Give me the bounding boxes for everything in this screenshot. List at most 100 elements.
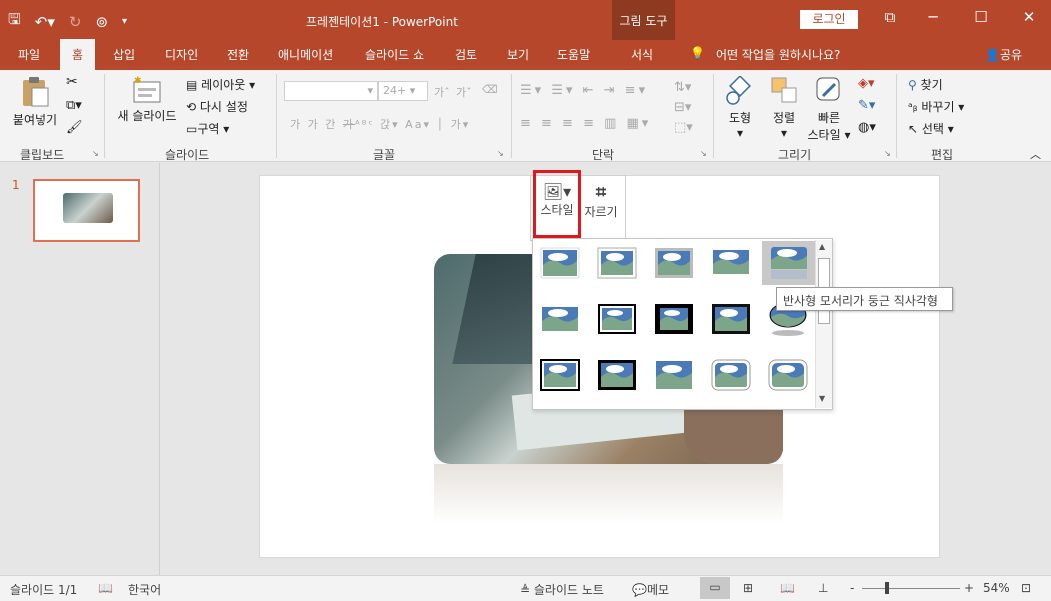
clear-format-icon[interactable]: ⌫ xyxy=(482,83,498,96)
list-buttons[interactable]: ☰▾ ☰▾ ⇤ ⇥ ≡▾ xyxy=(520,83,648,98)
style-swatch[interactable] xyxy=(595,301,639,337)
login-button[interactable]: 로그인 xyxy=(800,10,858,29)
shape-fill-icon[interactable]: ◈▾ xyxy=(858,76,875,91)
font-size-box[interactable]: 24+ ▾ xyxy=(378,81,428,101)
font-launcher-icon[interactable]: ↘ xyxy=(497,149,504,158)
format-painter-icon[interactable]: 🖌 xyxy=(66,120,83,135)
tab-home[interactable]: 홈 xyxy=(60,39,96,70)
tab-view[interactable]: 보기 xyxy=(507,46,529,63)
style-swatch[interactable] xyxy=(595,357,639,393)
comments-button[interactable]: 💬메모 xyxy=(632,581,669,598)
style-swatch[interactable] xyxy=(538,357,582,393)
save-icon[interactable]: 🖫 xyxy=(8,9,21,34)
language-label[interactable]: 한국어 xyxy=(128,581,161,598)
ribbon-display-options-icon[interactable]: ⧉ xyxy=(875,8,905,26)
spellcheck-icon[interactable]: 📖 xyxy=(98,581,113,595)
font-format-buttons[interactable]: 가 가 간 가ᴬᴮᶜ 갅▾ Aa▾ │ 가▾ xyxy=(290,116,470,132)
grow-font-icon[interactable]: 가ˆ xyxy=(434,84,450,100)
crop-label: 자르기 xyxy=(584,205,618,219)
style-swatch[interactable] xyxy=(652,245,696,281)
paste-button[interactable]: 붙여넣기 xyxy=(8,76,62,128)
new-slide-button[interactable]: ✱ 새 슬라이드 xyxy=(113,76,181,124)
zoom-slider-thumb[interactable] xyxy=(885,582,889,594)
tab-help[interactable]: 도움말 xyxy=(557,46,590,63)
style-swatch[interactable] xyxy=(709,245,753,281)
share-button[interactable]: 👤공유 xyxy=(985,46,1022,63)
status-bar: 슬라이드 1/1 📖 한국어 ≜ 슬라이드 노트 💬메모 ▭ ⊞ 📖 ⊥ - +… xyxy=(0,575,1051,601)
layout-label: 레이아웃 xyxy=(201,78,246,92)
tab-insert[interactable]: 삽입 xyxy=(113,46,135,63)
shape-effects-icon[interactable]: ◍▾ xyxy=(858,120,876,135)
zoom-in-button[interactable]: + xyxy=(964,581,974,595)
picture-style-gallery xyxy=(532,238,833,410)
style-swatch[interactable] xyxy=(652,301,696,337)
cut-icon[interactable]: ✂ xyxy=(66,74,78,90)
presenter-icon[interactable]: ⊚ xyxy=(95,13,108,31)
style-swatch-reflected-rounded[interactable] xyxy=(762,241,816,285)
replace-button[interactable]: ᵃᵦ 바꾸기 ▾ xyxy=(908,98,964,115)
copy-icon[interactable]: ⧉▾ xyxy=(66,98,82,113)
shape-outline-icon[interactable]: ✎▾ xyxy=(858,98,875,113)
close-icon[interactable]: ✕ xyxy=(1014,8,1044,26)
minimize-icon[interactable]: ─ xyxy=(918,8,948,26)
slide-thumbnail[interactable] xyxy=(33,179,140,242)
svg-text:✱: ✱ xyxy=(134,76,142,86)
undo-icon[interactable]: ↶▾ xyxy=(35,13,55,31)
style-swatch[interactable] xyxy=(652,357,696,393)
shapes-button[interactable]: 도형 ▾ xyxy=(720,76,760,140)
crop-button[interactable]: ⌗ 자르기 xyxy=(579,182,623,220)
style-swatch[interactable] xyxy=(709,357,753,393)
tab-format[interactable]: 서식 xyxy=(631,46,653,63)
font-name-box[interactable]: ▾ xyxy=(284,81,378,101)
reset-icon: ⟲ xyxy=(186,100,197,114)
tell-me-search[interactable]: 어떤 작업을 원하시나요? xyxy=(716,46,840,63)
find-button[interactable]: ⚲ 찾기 xyxy=(908,76,943,93)
style-swatch[interactable] xyxy=(709,301,753,337)
maximize-icon[interactable]: ☐ xyxy=(966,8,996,26)
shrink-font-icon[interactable]: 가ˇ xyxy=(456,84,472,100)
normal-view-icon[interactable]: ▭ xyxy=(700,577,730,599)
group-divider xyxy=(896,74,897,158)
clipboard-launcher-icon[interactable]: ↘ xyxy=(92,149,99,158)
redo-icon[interactable]: ↻ xyxy=(69,13,82,31)
section-button[interactable]: ▭구역 ▾ xyxy=(186,120,229,137)
tab-animations[interactable]: 애니메이션 xyxy=(278,46,333,63)
select-button[interactable]: ↖ 선택 ▾ xyxy=(908,120,954,137)
scroll-up-icon[interactable]: ▲ xyxy=(819,242,825,251)
ribbon: 붙여넣기 ✂ ⧉▾ 🖌 클립보드 ↘ ✱ 새 슬라이드 ▤ 레이아웃 ▾ ⟲ 다… xyxy=(0,70,1051,162)
reading-view-icon[interactable]: 📖 xyxy=(780,581,795,595)
zoom-out-button[interactable]: - xyxy=(850,581,854,595)
quick-styles-button[interactable]: 빠른 스타일 ▾ xyxy=(806,76,852,143)
tab-file[interactable]: 파일 xyxy=(18,46,40,63)
text-direction-icon[interactable]: ⇅▾ xyxy=(674,80,691,95)
arrange-button[interactable]: 정렬 ▾ xyxy=(765,76,803,140)
collapse-ribbon-icon[interactable]: ︿ xyxy=(1030,146,1041,162)
align-text-icon[interactable]: ⊟▾ xyxy=(674,100,691,115)
tab-design[interactable]: 디자인 xyxy=(165,46,198,63)
replace-icon: ᵃᵦ xyxy=(908,100,918,114)
slideshow-view-icon[interactable]: ⊥ xyxy=(818,581,828,595)
tab-review[interactable]: 검토 xyxy=(455,46,477,63)
smartart-icon[interactable]: ⬚▾ xyxy=(674,120,693,135)
layout-button[interactable]: ▤ 레이아웃 ▾ xyxy=(186,76,255,93)
zoom-slider[interactable] xyxy=(862,588,960,589)
style-swatch[interactable] xyxy=(538,245,582,281)
scroll-down-icon[interactable]: ▼ xyxy=(819,394,825,403)
font-group-label: 글꼴 xyxy=(373,148,396,162)
slide-sorter-icon[interactable]: ⊞ xyxy=(743,581,753,595)
fit-slide-icon[interactable]: ⊡ xyxy=(1021,581,1031,595)
tab-transitions[interactable]: 전환 xyxy=(227,46,249,63)
notes-button[interactable]: ≜ 슬라이드 노트 xyxy=(520,581,604,598)
style-swatch[interactable] xyxy=(538,301,582,337)
style-swatch[interactable] xyxy=(595,245,639,281)
drawing-launcher-icon[interactable]: ↘ xyxy=(884,149,891,158)
customize-qat-icon[interactable]: ▾ xyxy=(122,16,127,27)
tab-slideshow[interactable]: 슬라이드 쇼 xyxy=(365,46,424,63)
style-swatch[interactable] xyxy=(766,357,810,393)
align-buttons[interactable]: ≡ ≡ ≡ ≡ ▥ ▦▾ xyxy=(520,116,651,131)
zoom-level[interactable]: 54% xyxy=(983,581,1010,595)
gallery-scrollbar[interactable]: ▲ ▼ xyxy=(815,240,832,408)
paragraph-launcher-icon[interactable]: ↘ xyxy=(700,149,707,158)
reset-button[interactable]: ⟲ 다시 설정 xyxy=(186,98,248,115)
new-slide-label: 새 슬라이드 xyxy=(117,109,177,123)
